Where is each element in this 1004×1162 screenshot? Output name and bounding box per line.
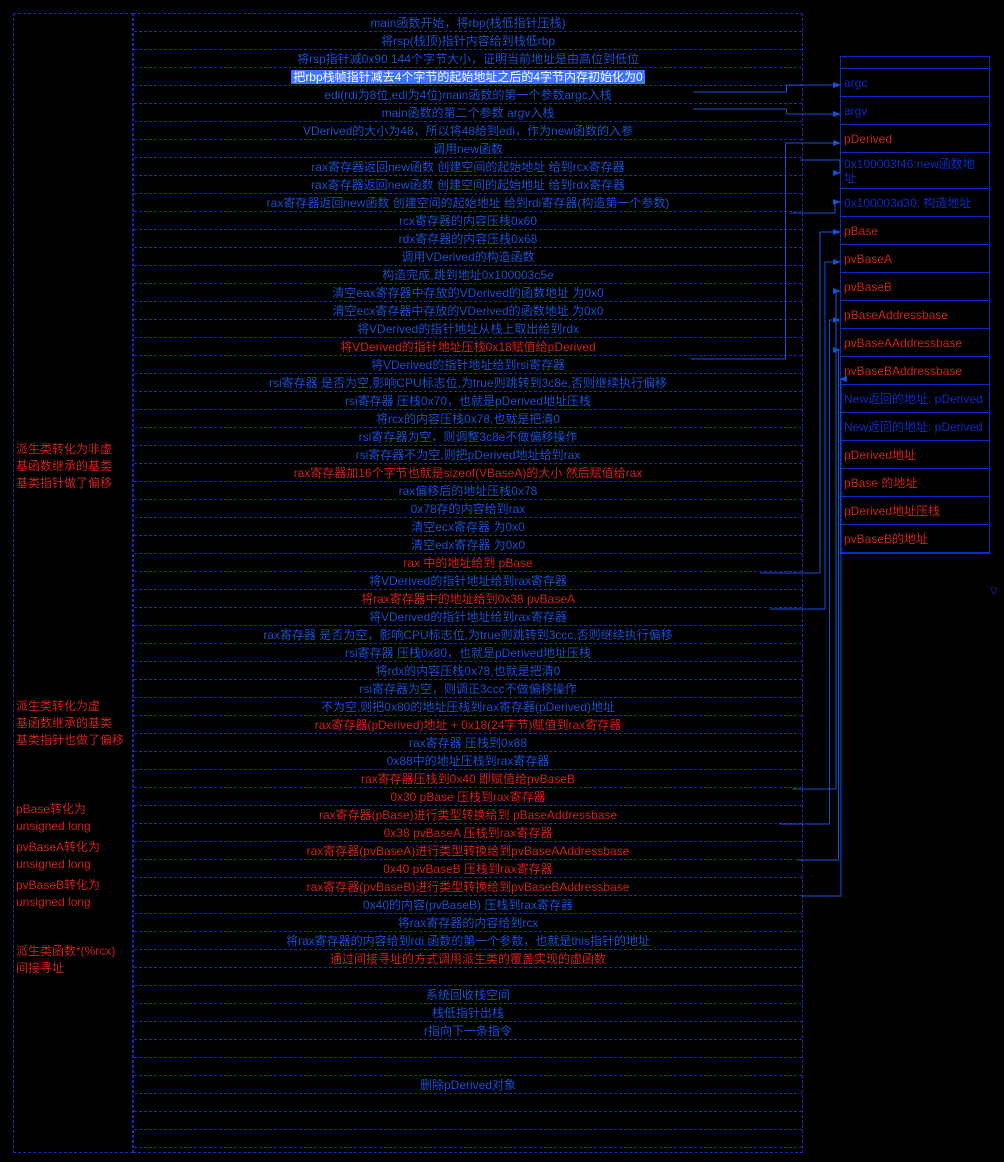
instruction-row: rax寄存器 压栈到0x88	[134, 734, 802, 752]
instruction-row: 将VDerived的指针地址压栈0x18赋值给pDerived	[134, 338, 802, 356]
instruction-row: 将rax寄存器中的地址给到0x38 pvBaseA	[134, 590, 802, 608]
stack-cell: argc	[841, 69, 989, 97]
stack-cell: argv	[841, 97, 989, 125]
stack-cell: 0x100003f46:new函数地址	[841, 153, 989, 189]
highlighted-instruction: 把rbp栈帧指针减去4个字节的起始地址之后的4字节内存初始化为0	[291, 70, 644, 84]
instruction-row	[134, 1058, 802, 1076]
instruction-row: VDerived的大小为48，所以将48给到edi，作为new函数的入参	[134, 122, 802, 140]
instruction-row: rcx寄存器的内容压栈0x60	[134, 212, 802, 230]
stack-cell: pvBaseAAddressbase	[841, 329, 989, 357]
instruction-row: 系统回收栈空间	[134, 986, 802, 1004]
left-note: pBase转化为unsigned long	[16, 801, 91, 835]
instruction-row: 不为空,则把0x80的地址压栈到rax寄存器(pDerived)地址	[134, 698, 802, 716]
instruction-row: 将rcx的内容压栈0x78,也就是把清0	[134, 410, 802, 428]
instruction-row: 将VDerived的指针地址给到rax寄存器	[134, 608, 802, 626]
instruction-row: 将rsp(栈顶)指针内容给到栈低rbp	[134, 32, 802, 50]
instruction-row: 0x40 pvBaseB 压栈到rax寄存器	[134, 860, 802, 878]
instruction-row: 通过间接寻址的方式调用派生类的覆盖实现的虚函数	[134, 950, 802, 968]
stack-cell: pvBaseBAddressbase	[841, 357, 989, 385]
instruction-row: rax寄存器(pBase)进行类型转换给到 pBaseAddressbase	[134, 806, 802, 824]
stack-cell: 0x100003d30: 构造地址	[841, 189, 989, 217]
instruction-row: rax寄存器压栈到0x40 即赋值给pvBaseB	[134, 770, 802, 788]
instruction-row: 清空ecx寄存器中存放的VDerived的函数地址 为0x0	[134, 302, 802, 320]
instruction-row: 将rdx的内容压栈0x78,也就是把清0	[134, 662, 802, 680]
instruction-row: 将rsp指针减0x90 144个字节大小，证明当前地址是由高位到低位	[134, 50, 802, 68]
instruction-row: 0x88中的地址压栈到rax寄存器	[134, 752, 802, 770]
instruction-row: rsi寄存器为空，则调正3ccc不做偏移操作	[134, 680, 802, 698]
instruction-row: 0x30 pBase 压栈到rax寄存器	[134, 788, 802, 806]
instruction-row: 0x40的内容(pvBaseB) 压栈到rax寄存器	[134, 896, 802, 914]
instruction-row: 将VDerived的指针地址给到rax寄存器	[134, 572, 802, 590]
stack-cell: pDerived	[841, 125, 989, 153]
instruction-row: 清空eax寄存器中存放的VDerived的函数地址 为0x0	[134, 284, 802, 302]
main-instruction-column: main函数开始，将rbp(栈低指针压栈)将rsp(栈顶)指针内容给到栈低rbp…	[133, 13, 803, 1153]
instruction-row: rsi寄存器不为空,则把pDerived地址给到rax	[134, 446, 802, 464]
stack-cell: pBase 的地址	[841, 469, 989, 497]
instruction-row: 调用VDerived的构造函数	[134, 248, 802, 266]
left-note: pvBaseB转化为unsigned long	[16, 877, 100, 911]
instruction-row: 将rax寄存器的内容给到rdi 函数的第一个参数，也就是this指针的地址	[134, 932, 802, 950]
instruction-row: rax寄存器(pvBaseB)进行类型转换给到pvBaseBAddressbas…	[134, 878, 802, 896]
stack-cell: pDerived地址压栈	[841, 497, 989, 525]
instruction-row: 清空ecx寄存器 为0x0	[134, 518, 802, 536]
instruction-row: rax寄存器返回new函数 创建空间的起始地址 给到rcx寄存器	[134, 158, 802, 176]
instruction-row: rax寄存器(pDerived)地址 + 0x18(24字节)赋值到rax寄存器	[134, 716, 802, 734]
instruction-row	[134, 1112, 802, 1130]
stack-cell: pvBaseA	[841, 245, 989, 273]
instruction-row: rax寄存器加16个字节也就是sizeof(VBaseA)的大小 然后赋值给ra…	[134, 464, 802, 482]
instruction-row: rax偏移后的地址压栈0x78	[134, 482, 802, 500]
instruction-row: rdx寄存器的内容压栈0x68	[134, 230, 802, 248]
instruction-row: 将rax寄存器的内容给到rcx	[134, 914, 802, 932]
instruction-row: main函数开始，将rbp(栈低指针压栈)	[134, 14, 802, 32]
instruction-row: 将VDerived的指针地址从栈上取出给到rdx	[134, 320, 802, 338]
instruction-row: rsi寄存器 是否为空,影响CPU标志位,为true则跳转到3c8e,否则继续执…	[134, 374, 802, 392]
stack-cell	[841, 57, 989, 69]
instruction-row: 将VDerived的指针地址给到rsi寄存器	[134, 356, 802, 374]
stack-cell: New返回的地址: pDerived	[841, 413, 989, 441]
instruction-row: rsi寄存器 压栈0x70，也就是pDerived地址压栈	[134, 392, 802, 410]
stack-cell: pBase	[841, 217, 989, 245]
stack-panel: argcargvpDerived0x100003f46:new函数地址0x100…	[840, 56, 990, 554]
left-note: pvBaseA转化为unsigned long	[16, 839, 100, 873]
instruction-row: rax寄存器返回new函数 创建空间的起始地址 给到rdi寄存器(构造第一个参数…	[134, 194, 802, 212]
instruction-row: rax寄存器返回new函数 创建空间的起始地址 给到rdx寄存器	[134, 176, 802, 194]
stack-cell: pBaseAddressbase	[841, 301, 989, 329]
instruction-row: rsi寄存器为空，则调整3c8e不做偏移操作	[134, 428, 802, 446]
instruction-row	[134, 1040, 802, 1058]
left-annotations-panel: 派生类转化为非虚基函数继承的基类基类指针做了偏移派生类转化为虚基函数继承的基类基…	[13, 13, 133, 1153]
stack-cell: pvBaseB	[841, 273, 989, 301]
left-note: 派生类转化为非虚基函数继承的基类基类指针做了偏移	[16, 441, 112, 492]
instruction-row	[134, 1130, 802, 1148]
instruction-row: 删除pDerived对象	[134, 1076, 802, 1094]
instruction-row	[134, 1094, 802, 1112]
instruction-row: rsi寄存器 压栈0x80，也就是pDerived地址压栈	[134, 644, 802, 662]
stack-cell: pvBaseB的地址	[841, 525, 989, 553]
instruction-row: rax 中的地址给到 pBase	[134, 554, 802, 572]
instruction-row: 0x38 pvBaseA 压栈到rax寄存器	[134, 824, 802, 842]
instruction-row: 清空edx寄存器 为0x0	[134, 536, 802, 554]
left-note: 派生类转化为虚基函数继承的基类基类指针也做了偏移	[16, 698, 124, 749]
instruction-row: rax寄存器 是否为空，影响CPU标志位,为true则跳转到3ccc,否则继续执…	[134, 626, 802, 644]
instruction-row	[134, 968, 802, 986]
instruction-row: edi(rdi为8位,edi为4位)main函数的第一个参数argc入栈	[134, 86, 802, 104]
left-note: 派生类函数*(%rcx)间接寻址	[16, 943, 115, 977]
instruction-row: 栈低指针出栈	[134, 1004, 802, 1022]
instruction-row: rax寄存器(pvBaseA)进行类型转换给到pvBaseAAddressbas…	[134, 842, 802, 860]
stack-cell: pDerived地址	[841, 441, 989, 469]
stack-cell: New返回的地址: pDerived	[841, 385, 989, 413]
instruction-row: main函数的第二个参数 argv入栈	[134, 104, 802, 122]
instruction-row: 构造完成,跳到地址0x100003c5e	[134, 266, 802, 284]
instruction-row: 调用new函数	[134, 140, 802, 158]
instruction-row: r指向下一条指令	[134, 1022, 802, 1040]
instruction-row: 0x78存的内容给到rax	[134, 500, 802, 518]
scroll-down-icon: ▽	[990, 586, 998, 597]
